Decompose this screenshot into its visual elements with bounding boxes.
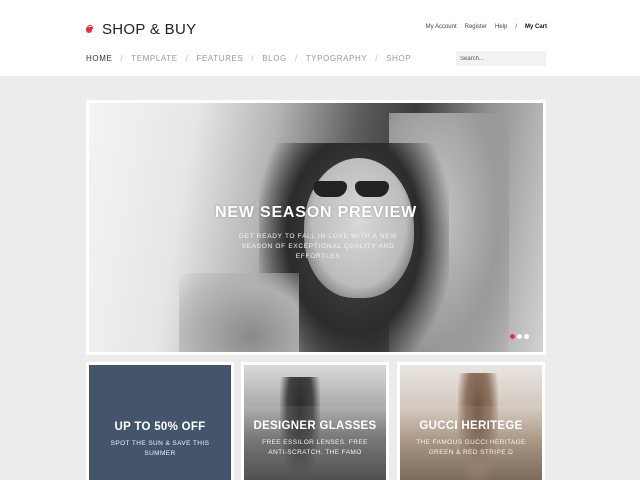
nav-item-blog[interactable]: BLOG xyxy=(262,54,287,63)
slider-dot-3[interactable] xyxy=(524,334,529,339)
nav-separator: / xyxy=(294,54,298,63)
hero-image-sunglasses xyxy=(309,181,399,199)
promo-card-text: SPOT THE SUN & SAVE THIS SUMMER xyxy=(110,440,210,457)
slider-dot-2[interactable] xyxy=(517,334,522,339)
nav-separator: / xyxy=(185,54,189,63)
promo-card-designer-glasses[interactable]: DESIGNER GLASSES FREE ESSILOR LENSES. FR… xyxy=(241,362,389,480)
search-input[interactable] xyxy=(456,51,546,66)
hero-image-shirt xyxy=(179,273,299,352)
hero-slider[interactable]: NEW SEASON PREVIEW GET READY TO FALL IN … xyxy=(86,100,546,355)
nav-separator: / xyxy=(120,54,124,63)
hero-subtitle: GET READY TO FALL IN LOVE WITH A NEW SEA… xyxy=(238,233,398,260)
hero-title: NEW SEASON PREVIEW xyxy=(215,204,417,221)
help-link[interactable]: Help xyxy=(495,24,507,30)
promo-card-sale[interactable]: UP TO 50% OFF SPOT THE SUN & SAVE THIS S… xyxy=(86,362,234,480)
promo-card-title: DESIGNER GLASSES xyxy=(253,420,377,432)
nav-item-typography[interactable]: TYPOGRAPHY xyxy=(306,54,368,63)
promo-card-title: GUCCI HERITEGE xyxy=(419,420,523,432)
account-links-separator: / xyxy=(515,24,517,30)
promo-card-text: FREE ESSILOR LENSES. FREE ANTI-SCRATCH. … xyxy=(262,439,368,456)
my-cart-link[interactable]: My Cart xyxy=(525,24,547,30)
nav-separator: / xyxy=(251,54,255,63)
brand-logo[interactable]: SHOP & BUY xyxy=(86,21,196,38)
nav-separator: / xyxy=(375,54,379,63)
shopping-bag-icon xyxy=(86,24,96,35)
brand-name: SHOP & BUY xyxy=(102,21,197,38)
main-navigation: HOME / TEMPLATE / FEATURES / BLOG / TYPO… xyxy=(86,54,411,63)
nav-item-template[interactable]: TEMPLATE xyxy=(131,54,177,63)
promo-card-gucci-heritege[interactable]: GUCCI HERITEGE THE FAMOUS GUCCI HERITAGE… xyxy=(397,362,545,480)
slider-dot-1[interactable] xyxy=(510,334,515,339)
promo-card-title: UP TO 50% OFF xyxy=(114,421,206,433)
promo-card-text: THE FAMOUS GUCCI HERITAGE GREEN & RED ST… xyxy=(416,439,526,456)
nav-item-shop[interactable]: SHOP xyxy=(386,54,411,63)
hero-image-face xyxy=(304,158,414,298)
slider-pagination xyxy=(510,334,529,339)
account-links: My Account Register Help / My Cart xyxy=(426,24,547,30)
nav-item-features[interactable]: FEATURES xyxy=(197,54,244,63)
site-header: SHOP & BUY My Account Register Help / My… xyxy=(0,0,640,76)
my-account-link[interactable]: My Account xyxy=(426,24,457,30)
register-link[interactable]: Register xyxy=(465,24,487,30)
nav-item-home[interactable]: HOME xyxy=(86,54,112,63)
